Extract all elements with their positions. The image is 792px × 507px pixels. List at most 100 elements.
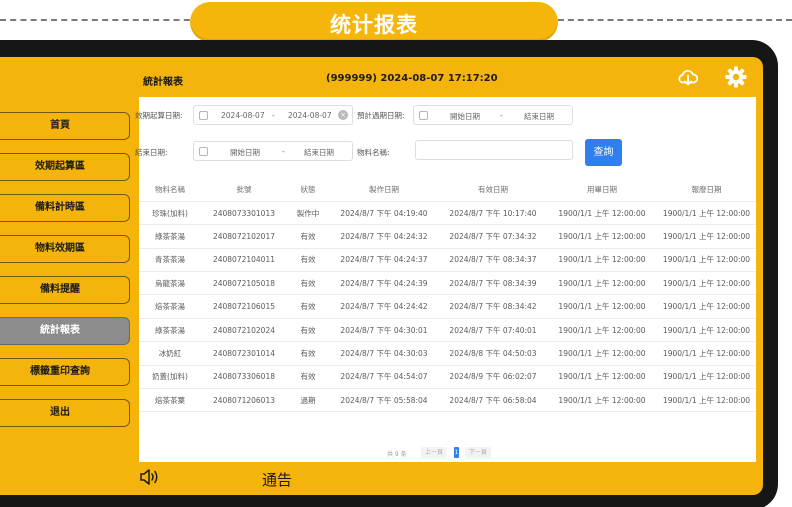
cell-made-date: 2024/8/7 下午 05:58:04 [329,388,439,413]
table-row[interactable]: 青茶茶湯 2408072104011 有效 2024/8/7 下午 04:24:… [139,248,756,273]
table-row[interactable]: 奶蓋(加料) 2408073306018 有效 2024/8/7 下午 04:5… [139,365,756,390]
cell-scrap-date: 1900/1/1 上午 12:00:00 [657,388,756,413]
calendar-icon [199,147,208,156]
cell-made-date: 2024/8/7 下午 04:30:03 [329,341,439,366]
start-date-range[interactable]: 2024-08-07 - 2024-08-07 × [193,105,353,125]
cell-batch: 2408072104011 [201,248,287,273]
cell-valid-date: 2024/8/9 下午 06:02:07 [439,365,547,390]
sidebar-item-prep-reminder[interactable]: 備料提醒 [0,276,130,304]
end-date-to: 結束日期 [304,148,334,157]
cloud-download-icon[interactable] [676,65,700,89]
pagination-total: 共 9 条 [387,451,407,458]
cell-made-date: 2024/8/7 下午 04:30:01 [329,318,439,343]
cell-status: 有效 [287,271,329,296]
current-page-button[interactable]: 1 [454,447,459,458]
col-scrap-date: 報廢日期 [657,178,756,202]
material-name-label: 物料名稱: [357,148,390,157]
cell-used-date: 1900/1/1 上午 12:00:00 [547,271,657,296]
end-date-range[interactable]: 開始日期 - 結束日期 [193,141,353,161]
table-row[interactable]: 珍珠(加料) 2408073301013 製作中 2024/8/7 下午 04:… [139,201,756,226]
speaker-icon[interactable] [139,468,161,490]
cell-scrap-date: 1900/1/1 上午 12:00:00 [657,318,756,343]
banner-divider-left [0,19,200,21]
cell-material-name: 烏龍茶湯 [139,271,201,296]
gear-icon-graphic [725,66,747,88]
col-valid-date: 有效日期 [439,178,547,202]
cell-batch: 2408073306018 [201,365,287,390]
cell-used-date: 1900/1/1 上午 12:00:00 [547,318,657,343]
end-date-label: 結束日期: [135,148,168,157]
cell-valid-date: 2024/8/8 下午 04:50:03 [439,341,547,366]
cell-status: 製作中 [287,201,329,226]
cell-valid-date: 2024/8/7 下午 08:34:39 [439,271,547,296]
next-page-button[interactable]: 下一頁 [465,447,491,458]
cell-valid-date: 2024/8/7 下午 07:34:32 [439,224,547,249]
table-row[interactable]: 焙茶茶湯 2408072106015 有效 2024/8/7 下午 04:24:… [139,294,756,319]
prev-page-button[interactable]: 上一頁 [421,447,447,458]
cell-batch: 2408072301014 [201,341,287,366]
banner-title: 统计报表 [330,13,418,37]
cell-material-name: 綠茶茶湯 [139,224,201,249]
range-separator: - [500,111,503,120]
cell-scrap-date: 1900/1/1 上午 12:00:00 [657,224,756,249]
app-page: 统计报表 首頁 效期起算區 備料計時區 物料效期區 備料提醒 統計報表 標籤重印… [0,0,792,507]
cell-valid-date: 2024/8/7 下午 08:34:42 [439,294,547,319]
sidebar-item-home[interactable]: 首頁 [0,112,130,140]
table-row[interactable]: 綠茶茶湯 2408072102017 有效 2024/8/7 下午 04:24:… [139,224,756,249]
sidebar-item-report[interactable]: 統計報表 [0,317,130,345]
cell-used-date: 1900/1/1 上午 12:00:00 [547,294,657,319]
cell-material-name: 焙茶茶湯 [139,294,201,319]
cell-batch: 2408073301013 [201,201,287,226]
sidebar-item-prep-timer[interactable]: 備料計時區 [0,194,130,222]
banner: 统计报表 [190,2,558,42]
cell-batch: 2408072106015 [201,294,287,319]
page-title: 統計報表 [143,77,183,88]
cell-made-date: 2024/8/7 下午 04:24:32 [329,224,439,249]
col-used-date: 用畢日期 [547,178,657,202]
sidebar-item-logout[interactable]: 退出 [0,399,130,427]
report-panel: 效期起算日期: 2024-08-07 - 2024-08-07 × 預計過期日期… [135,97,756,462]
table-row[interactable]: 焙茶茶葉 2408071206013 過期 2024/8/7 下午 05:58:… [139,388,756,413]
cell-batch: 2408072102024 [201,318,287,343]
cell-batch: 2408071206013 [201,388,287,413]
expire-date-from: 開始日期 [450,112,480,121]
expire-date-range[interactable]: 開始日期 - 結束日期 [413,105,573,125]
cell-material-name: 珍珠(加料) [139,201,201,226]
clear-icon[interactable]: × [338,110,348,120]
cell-made-date: 2024/8/7 下午 04:19:40 [329,201,439,226]
col-status: 狀態 [287,178,329,202]
cell-material-name: 焙茶茶葉 [139,388,201,413]
cell-material-name: 奶蓋(加料) [139,365,201,390]
cell-batch: 2408072102017 [201,224,287,249]
cell-status: 有效 [287,318,329,343]
cell-made-date: 2024/8/7 下午 04:54:07 [329,365,439,390]
cell-used-date: 1900/1/1 上午 12:00:00 [547,248,657,273]
cell-used-date: 1900/1/1 上午 12:00:00 [547,365,657,390]
search-button[interactable]: 查詢 [585,139,622,166]
cell-scrap-date: 1900/1/1 上午 12:00:00 [657,201,756,226]
device-screen: 首頁 效期起算區 備料計時區 物料效期區 備料提醒 統計報表 標籤重印查詢 退出… [0,57,763,495]
gear-icon[interactable] [724,65,748,89]
speaker-icon-graphic [140,469,158,485]
cell-status: 有效 [287,365,329,390]
cell-valid-date: 2024/8/7 下午 10:17:40 [439,201,547,226]
table-row[interactable]: 綠茶茶湯 2408072102024 有效 2024/8/7 下午 04:30:… [139,318,756,343]
end-date-from: 開始日期 [230,148,260,157]
range-separator: - [272,111,275,120]
sidebar-item-expiry-start[interactable]: 效期起算區 [0,153,130,181]
cell-status: 有效 [287,294,329,319]
col-batch: 批號 [201,178,287,202]
cell-made-date: 2024/8/7 下午 04:24:42 [329,294,439,319]
table-row[interactable]: 烏龍茶湯 2408072105018 有效 2024/8/7 下午 04:24:… [139,271,756,296]
sidebar-item-label-reprint[interactable]: 標籤重印查詢 [0,358,130,386]
cell-used-date: 1900/1/1 上午 12:00:00 [547,201,657,226]
table-row[interactable]: 冰奶紅 2408072301014 有效 2024/8/7 下午 04:30:0… [139,341,756,366]
expire-date-label: 預計過期日期: [357,111,405,120]
range-separator: - [282,147,285,156]
report-table: 物料名稱 批號 狀態 製作日期 有效日期 用畢日期 報廢日期 珍珠(加料) 24… [139,178,756,413]
cell-made-date: 2024/8/7 下午 04:24:37 [329,248,439,273]
cell-made-date: 2024/8/7 下午 04:24:39 [329,271,439,296]
cell-valid-date: 2024/8/7 下午 08:34:37 [439,248,547,273]
sidebar-item-material-expiry[interactable]: 物料效期區 [0,235,130,263]
material-name-input[interactable] [415,140,573,160]
